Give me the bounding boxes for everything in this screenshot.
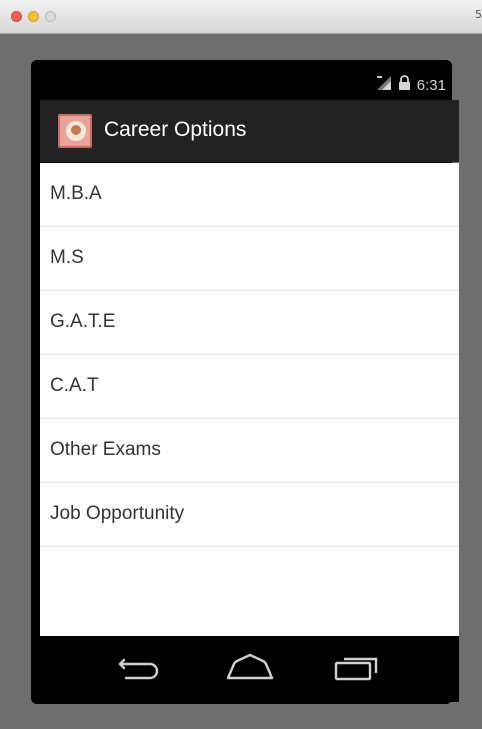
action-bar: Career Options xyxy=(40,100,459,162)
status-time: 6:31 xyxy=(416,76,446,94)
lock-icon xyxy=(398,75,411,95)
status-bar: 6:31 xyxy=(40,72,450,98)
list-item-mba[interactable]: M.B.A xyxy=(40,163,459,227)
career-options-list: M.B.A M.S G.A.T.E C.A.T Other Exams Job … xyxy=(40,163,459,636)
list-item-label: Job Opportunity xyxy=(50,503,185,524)
list-item-label: Other Exams xyxy=(50,439,161,460)
list-item-label: C.A.T xyxy=(50,375,99,396)
emulator-window: 5 6:31 Career Options M.B.A M.S G.A.T.E … xyxy=(0,0,482,729)
list-item-label: G.A.T.E xyxy=(50,311,116,332)
list-item-job-opportunity[interactable]: Job Opportunity xyxy=(40,483,459,547)
list-item-ms[interactable]: M.S xyxy=(40,227,459,291)
list-item-other-exams[interactable]: Other Exams xyxy=(40,419,459,483)
window-title-fragment: 5 xyxy=(475,8,482,21)
list-item-label: M.S xyxy=(50,247,84,268)
signal-icon xyxy=(376,75,392,95)
app-title: Career Options xyxy=(104,118,247,141)
recent-apps-button[interactable] xyxy=(326,650,386,686)
home-button[interactable] xyxy=(220,650,280,686)
minimize-window-button[interactable] xyxy=(28,11,39,22)
home-icon xyxy=(226,653,274,680)
list-item-label: M.B.A xyxy=(50,183,102,204)
recent-apps-icon xyxy=(334,657,378,681)
back-icon xyxy=(118,658,159,680)
app-launcher-icon[interactable] xyxy=(58,114,92,148)
list-item-gate[interactable]: G.A.T.E xyxy=(40,291,459,355)
list-item-cat[interactable]: C.A.T xyxy=(40,355,459,419)
zoom-window-button[interactable] xyxy=(45,11,56,22)
navigation-bar xyxy=(40,636,459,702)
close-window-button[interactable] xyxy=(11,11,22,22)
window-titlebar: 5 xyxy=(0,0,482,34)
back-button[interactable] xyxy=(114,650,174,686)
